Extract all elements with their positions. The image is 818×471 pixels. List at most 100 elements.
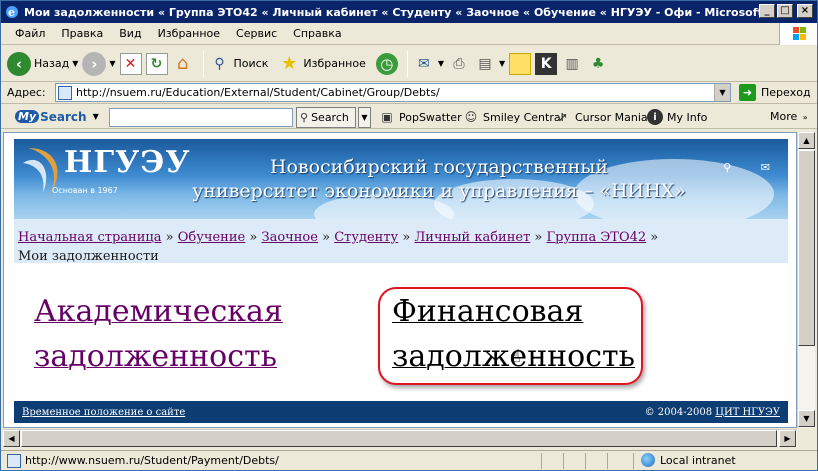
breadcrumb-home[interactable]: Начальная страница: [18, 230, 162, 245]
search-icon: ⚲: [300, 111, 309, 124]
address-url[interactable]: http://nsuem.ru/Education/External/Stude…: [76, 86, 440, 99]
scroll-down-icon[interactable]: ▼: [798, 410, 815, 427]
encyclopedia-button[interactable]: ▥: [561, 49, 583, 79]
windows-logo-icon: [779, 23, 817, 45]
site-terms-link[interactable]: Временное положение о сайте: [22, 407, 185, 418]
favorites-button[interactable]: ★ Избранное: [278, 49, 366, 79]
close-button[interactable]: ×: [797, 4, 813, 18]
forward-dropdown-icon[interactable]: ▼: [109, 59, 115, 68]
breadcrumb-separator: »: [402, 230, 411, 245]
messenger-icon: ♣: [591, 55, 605, 72]
horizontal-scrollbar[interactable]: ◀ ▶: [3, 429, 797, 447]
page-icon: [7, 453, 21, 468]
k-icon: K: [535, 52, 558, 75]
status-text: http://www.nsuem.ru/Student/Payment/Debt…: [25, 454, 279, 467]
cursor-mania-button[interactable]: ➚ Cursor Mania: [555, 109, 648, 125]
more-chevron-icon: »: [802, 113, 808, 122]
back-button[interactable]: ‹ Назад ▼: [7, 49, 78, 79]
menu-edit[interactable]: Правка: [53, 27, 111, 40]
page-icon: [58, 85, 72, 100]
menu-view[interactable]: Вид: [111, 27, 149, 40]
edit-icon: ▤: [478, 55, 492, 72]
smiley-central-button[interactable]: ☺ Smiley Central: [463, 109, 564, 125]
breadcrumb-cabinet[interactable]: Личный кабинет: [414, 230, 530, 245]
zone-label: Local intranet: [660, 453, 736, 467]
minimize-button[interactable]: _: [759, 4, 775, 18]
menu-favorites[interactable]: Избранное: [150, 27, 228, 40]
search-icon: ⚲: [214, 55, 225, 72]
back-label: Назад: [34, 57, 70, 70]
mysearch-options-dropdown[interactable]: ▼: [358, 107, 371, 128]
university-title-line1: Новосибирский государственный: [269, 156, 609, 178]
my-info-label: My Info: [667, 110, 708, 124]
address-input[interactable]: http://nsuem.ru/Education/External/Stude…: [55, 83, 731, 102]
research-button[interactable]: K: [535, 49, 558, 79]
messenger-button[interactable]: ♣: [587, 49, 609, 79]
mysearch-logo[interactable]: My Search ▼: [15, 110, 99, 124]
mysearch-search-button[interactable]: ⚲ Search: [296, 107, 356, 128]
home-button[interactable]: ⌂: [172, 49, 194, 79]
refresh-icon: ↻: [145, 52, 168, 75]
status-divider: [563, 453, 564, 469]
site-footer: Временное положение о сайте © 2004-2008 …: [14, 401, 788, 423]
breadcrumb-extramural[interactable]: Заочное: [261, 230, 317, 245]
status-divider: [633, 453, 634, 469]
breadcrumb-group[interactable]: Группа ЭТО42: [547, 230, 647, 245]
my-info-button[interactable]: i My Info: [647, 109, 707, 125]
logo-founded: Основан в 1967: [52, 186, 118, 195]
scroll-right-icon[interactable]: ▶: [779, 430, 796, 447]
mail-button[interactable]: ✉ ▼: [413, 49, 444, 79]
page-content: НГУЭУ Основан в 1967 Новосибирский госуд…: [3, 132, 797, 428]
edit-button[interactable]: ▤ ▼: [474, 49, 505, 79]
scroll-left-icon[interactable]: ◀: [3, 430, 20, 447]
vertical-scroll-thumb[interactable]: [798, 150, 815, 346]
breadcrumb-education[interactable]: Обучение: [178, 230, 245, 245]
go-button[interactable]: ➜ Переход: [739, 84, 811, 101]
scroll-up-icon[interactable]: ▲: [798, 132, 815, 149]
more-label: More: [770, 110, 798, 123]
footer-cit-link[interactable]: ЦИТ НГУЭУ: [715, 407, 780, 418]
window-title: Мои задолженности « Группа ЭТО42 « Личны…: [24, 5, 764, 19]
edit-dropdown-icon[interactable]: ▼: [499, 59, 505, 68]
breadcrumb-student[interactable]: Студенту: [334, 230, 398, 245]
refresh-button[interactable]: ↻: [145, 49, 168, 79]
browser-window: e Мои задолженности « Группа ЭТО42 « Лич…: [0, 0, 818, 471]
popswatter-label: PopSwatter: [399, 110, 462, 124]
more-button[interactable]: More »: [770, 110, 808, 123]
history-button[interactable]: ◷: [375, 49, 398, 79]
print-button[interactable]: ⎙: [448, 49, 470, 79]
university-title-line2: университет экономики и управления – «НИ…: [192, 180, 686, 202]
breadcrumb-separator: »: [650, 230, 659, 245]
mysearch-dropdown-icon[interactable]: ▼: [93, 112, 99, 121]
popswatter-button[interactable]: ▣ PopSwatter: [379, 109, 462, 125]
search-icon[interactable]: ⚲: [723, 161, 731, 174]
search-button-label: Search: [311, 111, 349, 124]
discuss-button[interactable]: [509, 49, 532, 79]
address-dropdown-icon[interactable]: ▼: [714, 84, 730, 101]
menu-file[interactable]: Файл: [7, 27, 53, 40]
stop-button[interactable]: ✕: [119, 49, 142, 79]
menu-help[interactable]: Справка: [285, 27, 349, 40]
maximize-button[interactable]: □: [777, 4, 793, 18]
smiley-icon: ☺: [464, 110, 478, 124]
mysearch-toolbar: My Search ▼ ⚲ Search ▼ ▣ PopSwatter ☺ Sm…: [1, 105, 817, 129]
breadcrumb-separator: »: [534, 230, 543, 245]
forward-button[interactable]: › ▼: [82, 49, 116, 79]
smiley-central-label: Smiley Central: [483, 110, 564, 124]
horizontal-scroll-thumb[interactable]: [21, 430, 777, 447]
search-button[interactable]: ⚲ Поиск: [209, 49, 268, 79]
mail-dropdown-icon[interactable]: ▼: [438, 59, 444, 68]
book-icon: ▥: [565, 55, 579, 72]
go-label: Переход: [761, 86, 811, 99]
menu-bar: Файл Правка Вид Избранное Сервис Справка: [1, 23, 817, 45]
toolbar-separator: [406, 50, 408, 77]
address-bar: Адрес: http://nsuem.ru/Education/Externa…: [1, 82, 817, 104]
vertical-scrollbar[interactable]: ▲ ▼: [797, 132, 815, 428]
mail-icon[interactable]: ✉: [761, 161, 770, 174]
menu-tools[interactable]: Сервис: [228, 27, 285, 40]
back-arrow-icon: ‹: [7, 51, 31, 76]
breadcrumb-current: Мои задолженности: [18, 249, 159, 264]
back-dropdown-icon[interactable]: ▼: [72, 59, 78, 68]
academic-debt-link[interactable]: Академическая задолженность: [34, 289, 283, 379]
mysearch-input[interactable]: [109, 108, 293, 127]
